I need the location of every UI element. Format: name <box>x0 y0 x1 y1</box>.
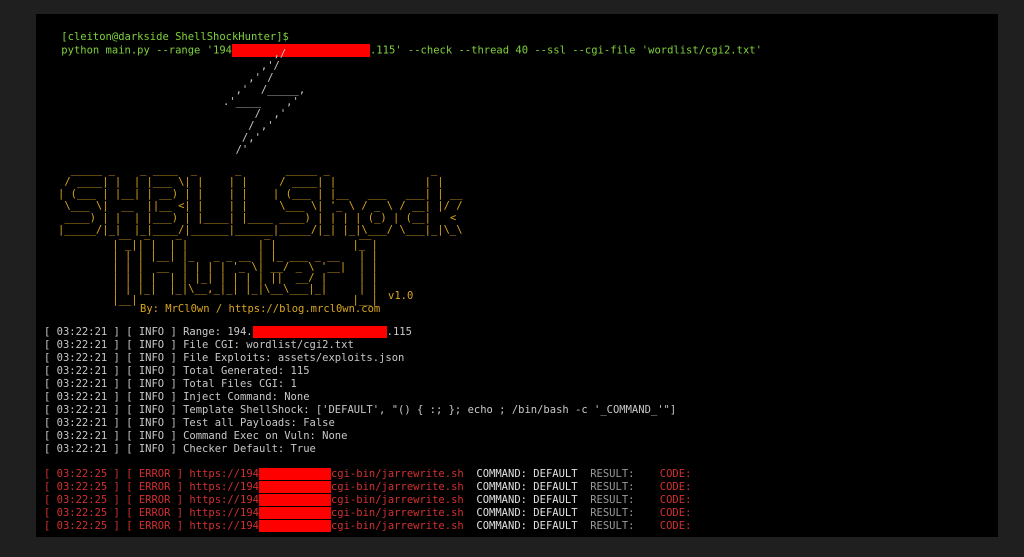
log-url-prefix: https://194 <box>189 520 259 532</box>
terminal-window[interactable]: [cleiton@darkside ShellShockHunter]$ pyt… <box>36 14 998 537</box>
log-url-suffix: cgi-bin/jarrewrite.sh <box>330 507 464 519</box>
command-value: DEFAULT <box>533 468 578 480</box>
redaction-box <box>258 507 331 519</box>
result-label: RESULT: <box>590 520 635 532</box>
log-row-info: [ 03:22:21 ] [ INFO ] File Exploits: ass… <box>44 352 404 365</box>
log-message: Template ShellShock: ['DEFAULT', "() { :… <box>183 404 677 416</box>
log-level: [ INFO ] <box>126 326 177 338</box>
log-timestamp: [ 03:22:25 ] <box>44 520 120 532</box>
log-url-prefix: https://194 <box>189 481 259 493</box>
code-label: CODE: <box>659 507 692 519</box>
log-message-suffix: .115 <box>386 326 412 338</box>
log-message: Total Files CGI: 1 <box>183 378 297 390</box>
log-level: [ INFO ] <box>126 417 177 429</box>
log-timestamp: [ 03:22:25 ] <box>44 494 120 506</box>
command-suffix: .115' --check --thread 40 --ssl --cgi-fi… <box>369 44 762 57</box>
log-timestamp: [ 03:22:21 ] <box>44 417 120 429</box>
log-message: Range: 194. <box>183 326 253 338</box>
log-timestamp: [ 03:22:25 ] <box>44 507 120 519</box>
log-row-error: [ 03:22:25 ] [ ERROR ] https://194 cgi-bi… <box>44 507 691 520</box>
redaction-box <box>252 326 387 338</box>
bolt-art-line: /' <box>204 144 249 156</box>
log-message: Test all Payloads: False <box>183 417 335 429</box>
log-row-info: [ 03:22:21 ] [ INFO ] Total Files CGI: 1 <box>44 378 297 391</box>
result-label: RESULT: <box>590 481 635 493</box>
log-row-info: [ 03:22:21 ] [ INFO ] Inject Command: No… <box>44 391 310 404</box>
log-level: [ ERROR ] <box>126 481 184 493</box>
log-level: [ INFO ] <box>126 404 177 416</box>
command-line: [cleiton@darkside ShellShockHunter]$ pyt… <box>36 18 762 71</box>
log-row-error: [ 03:22:25 ] [ ERROR ] https://194 cgi-bi… <box>44 468 691 481</box>
command-value: DEFAULT <box>533 520 578 532</box>
log-url-prefix: https://194 <box>189 507 259 519</box>
log-message: Inject Command: None <box>183 391 310 403</box>
command-value: DEFAULT <box>533 494 578 506</box>
log-message: Command Exec on Vuln: None <box>183 430 348 442</box>
log-row-info: [ 03:22:21 ] [ INFO ] Total Generated: 1… <box>44 365 310 378</box>
log-url-prefix: https://194 <box>189 494 259 506</box>
log-row-info: [ 03:22:21 ] [ INFO ] File CGI: wordlist… <box>44 339 354 352</box>
log-level: [ ERROR ] <box>126 520 184 532</box>
log-timestamp: [ 03:22:21 ] <box>44 339 120 351</box>
log-message: Total Generated: 115 <box>183 365 310 377</box>
command-label: COMMAND: <box>476 494 527 506</box>
log-message: File Exploits: assets/exploits.json <box>183 352 405 364</box>
log-timestamp: [ 03:22:21 ] <box>44 378 120 390</box>
banner-byline: By: MrCl0wn / https://blog.mrcl0wn.com <box>140 303 381 315</box>
log-timestamp: [ 03:22:21 ] <box>44 365 120 377</box>
command-label: COMMAND: <box>476 481 527 493</box>
redaction-box <box>258 494 331 506</box>
log-row-error: [ 03:22:25 ] [ ERROR ] https://194 cgi-bi… <box>44 494 691 507</box>
log-timestamp: [ 03:22:25 ] <box>44 468 120 480</box>
command-value: DEFAULT <box>533 507 578 519</box>
log-level: [ INFO ] <box>126 391 177 403</box>
result-label: RESULT: <box>590 507 635 519</box>
log-timestamp: [ 03:22:25 ] <box>44 481 120 493</box>
log-message: File CGI: wordlist/cgi2.txt <box>183 339 354 351</box>
redaction-box <box>258 520 331 532</box>
command-label: COMMAND: <box>476 520 527 532</box>
log-level: [ ERROR ] <box>126 494 184 506</box>
log-timestamp: [ 03:22:21 ] <box>44 352 120 364</box>
log-timestamp: [ 03:22:21 ] <box>44 391 120 403</box>
redaction-box <box>258 468 331 480</box>
log-url-suffix: cgi-bin/jarrewrite.sh <box>330 481 464 493</box>
log-level: [ ERROR ] <box>126 507 184 519</box>
redaction-box <box>258 481 331 493</box>
log-level: [ INFO ] <box>126 339 177 351</box>
log-row-info: [ 03:22:21 ] [ INFO ] Template ShellShoc… <box>44 404 676 417</box>
log-timestamp: [ 03:22:21 ] <box>44 404 120 416</box>
command-label: COMMAND: <box>476 507 527 519</box>
prompt-user-host: [cleiton@darkside ShellShockHunter]$ <box>61 31 289 43</box>
code-label: CODE: <box>659 494 692 506</box>
log-url-suffix: cgi-bin/jarrewrite.sh <box>330 520 464 532</box>
log-level: [ INFO ] <box>126 365 177 377</box>
log-row-error: [ 03:22:25 ] [ ERROR ] https://194 cgi-bi… <box>44 481 691 494</box>
log-timestamp: [ 03:22:21 ] <box>44 326 120 338</box>
code-label: CODE: <box>659 520 692 532</box>
log-level: [ INFO ] <box>126 378 177 390</box>
log-url-suffix: cgi-bin/jarrewrite.sh <box>330 494 464 506</box>
command-label: COMMAND: <box>476 468 527 480</box>
code-label: CODE: <box>659 481 692 493</box>
log-level: [ INFO ] <box>126 430 177 442</box>
log-row-info: [ 03:22:21 ] [ INFO ] Test all Payloads:… <box>44 417 335 430</box>
log-row-info: [ 03:22:21 ] [ INFO ] Command Exec on Vu… <box>44 430 347 443</box>
log-level: [ ERROR ] <box>126 468 184 480</box>
result-label: RESULT: <box>590 494 635 506</box>
log-row-info: [ 03:22:21 ] [ INFO ] Range: 194. .115 <box>44 326 412 339</box>
log-url-suffix: cgi-bin/jarrewrite.sh <box>330 468 464 480</box>
log-row-info: [ 03:22:21 ] [ INFO ] Checker Default: T… <box>44 443 316 456</box>
code-label: CODE: <box>659 468 692 480</box>
log-timestamp: [ 03:22:21 ] <box>44 430 120 442</box>
log-level: [ INFO ] <box>126 352 177 364</box>
log-message: Checker Default: True <box>183 443 316 455</box>
command-value: DEFAULT <box>533 481 578 493</box>
log-timestamp: [ 03:22:21 ] <box>44 443 120 455</box>
log-url-prefix: https://194 <box>189 468 259 480</box>
result-label: RESULT: <box>590 468 635 480</box>
banner-version: v1.0 <box>388 290 414 302</box>
log-row-error: [ 03:22:25 ] [ ERROR ] https://194 cgi-bi… <box>44 520 691 533</box>
log-level: [ INFO ] <box>126 443 177 455</box>
